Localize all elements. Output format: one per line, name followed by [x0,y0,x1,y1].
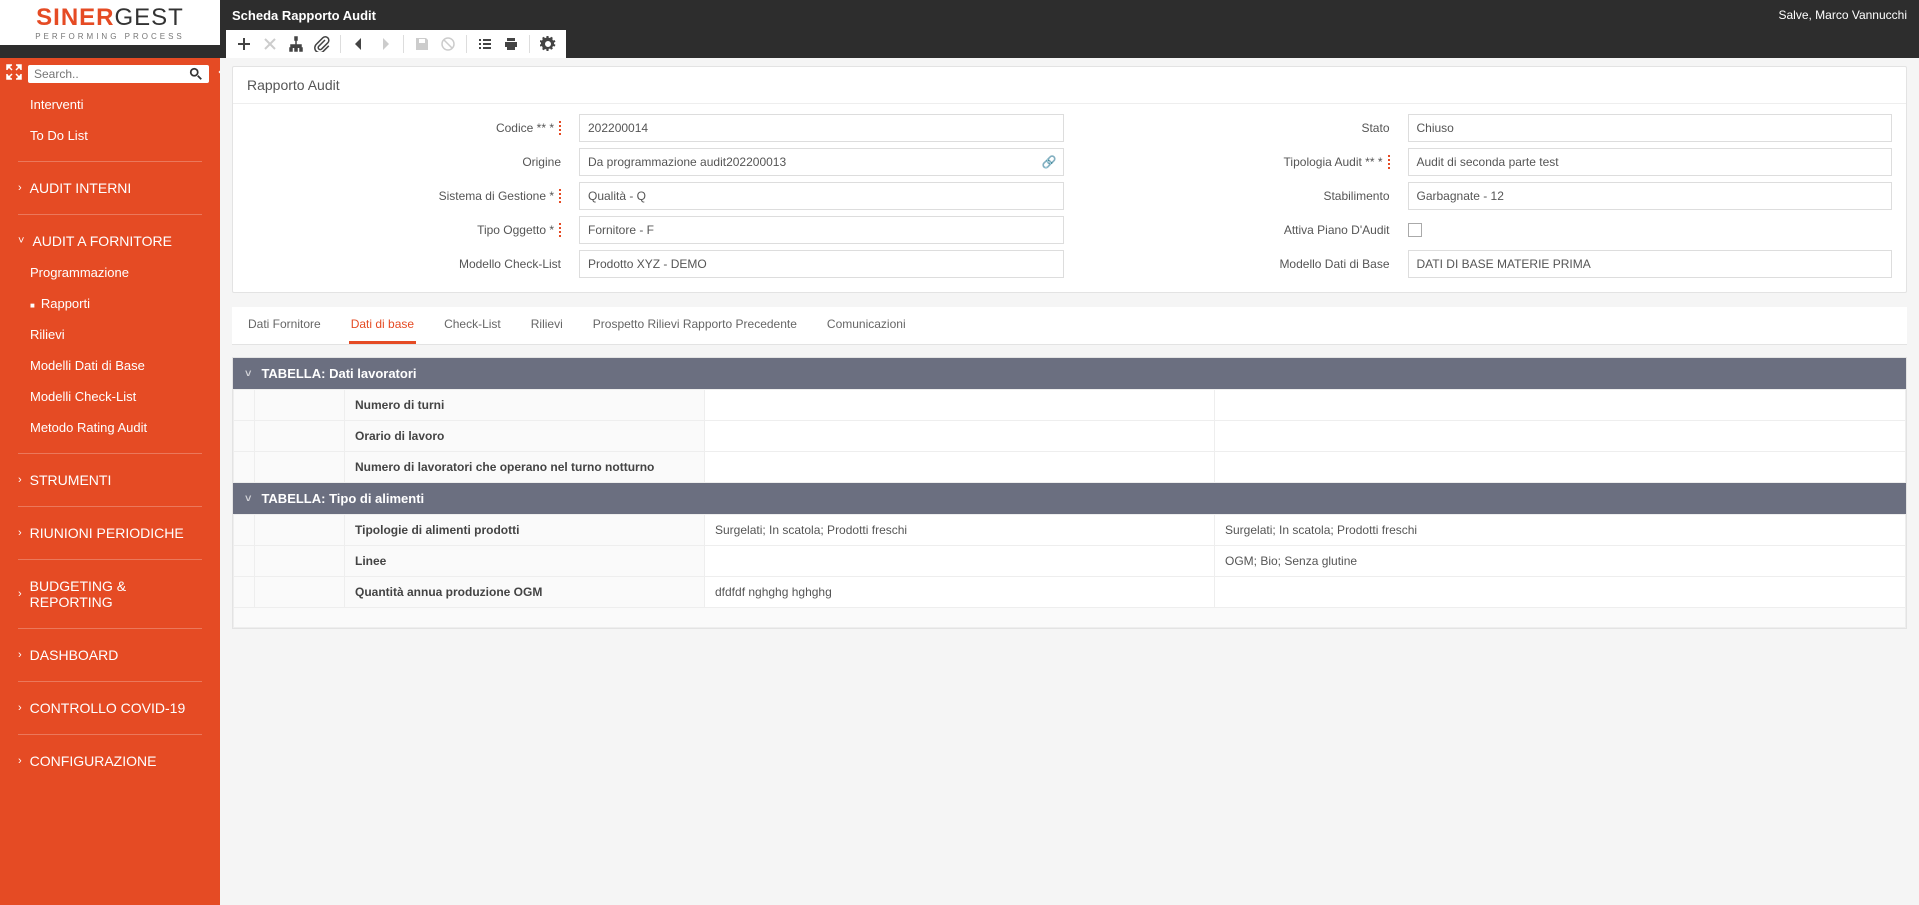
sidebar-item-modelli-dati-base[interactable]: Modelli Dati di Base [0,350,220,381]
top-header: SINERGEST PERFORMING PROCESS Scheda Rapp… [0,0,1919,58]
forward-button[interactable] [373,32,397,56]
table-row: Numero di lavoratori che operano nel tur… [234,452,1906,483]
field-stabilimento[interactable]: Garbagnate - 12 [1408,182,1893,210]
sidebar: Interventi To Do List ›AUDIT INTERNI ˅AU… [0,58,220,905]
attach-button[interactable] [310,32,334,56]
tab-rilievi[interactable]: Rilievi [529,307,565,344]
sidebar-section-riunioni[interactable]: ›RIUNIONI PERIODICHE [0,517,220,549]
sidebar-section-audit-fornitore[interactable]: ˅AUDIT A FORNITORE [0,225,220,257]
list-button[interactable] [473,32,497,56]
sidebar-item-todolist[interactable]: To Do List [0,120,220,151]
section-header-alimenti[interactable]: ˅TABELLA: Tipo di alimenti [233,483,1906,514]
section-header-lavoratori[interactable]: ˅TABELLA: Dati lavoratori [233,358,1906,389]
label-piano: Attiva Piano D'Audit [1076,223,1396,237]
expand-icon[interactable] [6,64,22,83]
sidebar-section-audit-interni[interactable]: ›AUDIT INTERNI [0,172,220,204]
sidebar-item-rilievi[interactable]: Rilievi [0,319,220,350]
tabs-bar: Dati Fornitore Dati di base Check-List R… [232,307,1907,345]
chevron-down-icon: ˅ [245,493,251,505]
add-button[interactable] [232,32,256,56]
table-footer [234,608,1906,628]
field-stato[interactable]: Chiuso [1408,114,1893,142]
print-button[interactable] [499,32,523,56]
sidebar-item-modelli-checklist[interactable]: Modelli Check-List [0,381,220,412]
link-icon[interactable]: 🔗 [1042,155,1057,169]
checkbox-piano[interactable] [1408,223,1422,237]
field-codice[interactable]: 202200014 [579,114,1064,142]
tab-dati-base[interactable]: Dati di base [349,307,416,344]
tree-button[interactable] [284,32,308,56]
label-stato: Stato [1076,121,1396,135]
search-input[interactable] [34,67,189,81]
search-input-wrap[interactable] [28,65,209,83]
page-title: Scheda Rapporto Audit [232,8,376,23]
user-greeting: Salve, Marco Vannucchi [1778,8,1907,22]
field-tipo-oggetto[interactable]: Fornitore - F [579,216,1064,244]
field-modello-cl[interactable]: Prodotto XYZ - DEMO [579,250,1064,278]
label-modello-cl: Modello Check-List [247,257,567,271]
field-tipologia[interactable]: Audit di seconda parte test [1408,148,1893,176]
save-button[interactable] [410,32,434,56]
sidebar-section-strumenti[interactable]: ›STRUMENTI [0,464,220,496]
label-tipologia: Tipologia Audit ** * [1076,155,1396,169]
content: Rapporto Audit Codice ** * 202200014 Sta… [220,58,1919,905]
form-panel: Rapporto Audit Codice ** * 202200014 Sta… [232,66,1907,293]
back-button[interactable] [347,32,371,56]
tab-dati-fornitore[interactable]: Dati Fornitore [246,307,323,344]
sidebar-item-metodo-rating[interactable]: Metodo Rating Audit [0,412,220,443]
sidebar-section-budgeting[interactable]: ›BUDGETING & REPORTING [0,570,220,618]
tab-comunicazioni[interactable]: Comunicazioni [825,307,908,344]
label-sistema: Sistema di Gestione * [247,189,567,203]
chevron-down-icon: ˅ [245,368,251,380]
search-icon [189,67,203,81]
toolbar [226,30,566,58]
sidebar-item-interventi[interactable]: Interventi [0,89,220,120]
table-row: Tipologie di alimenti prodottiSurgelati;… [234,515,1906,546]
field-origine[interactable]: Da programmazione audit202200013🔗 [579,148,1064,176]
cancel-button[interactable] [436,32,460,56]
table-row: LineeOGM; Bio; Senza glutine [234,546,1906,577]
tab-checklist[interactable]: Check-List [442,307,503,344]
table-row: Quantità annua produzione OGMdfdfdf nghg… [234,577,1906,608]
sidebar-item-programmazione[interactable]: Programmazione [0,257,220,288]
tab-prospetto[interactable]: Prospetto Rilievi Rapporto Precedente [591,307,799,344]
table-row: Orario di lavoro [234,421,1906,452]
sidebar-section-config[interactable]: ›CONFIGURAZIONE [0,745,220,777]
panel-title: Rapporto Audit [233,67,1906,104]
sidebar-item-rapporti[interactable]: Rapporti [0,288,220,319]
field-piano[interactable] [1408,223,1893,237]
field-sistema[interactable]: Qualità - Q [579,182,1064,210]
sidebar-section-dashboard[interactable]: ›DASHBOARD [0,639,220,671]
label-stabilimento: Stabilimento [1076,189,1396,203]
label-modello-db: Modello Dati di Base [1076,257,1396,271]
label-origine: Origine [247,155,567,169]
table-row: Numero di turni [234,390,1906,421]
data-section-lavoratori: ˅TABELLA: Dati lavoratori Numero di turn… [232,357,1907,629]
label-codice: Codice ** * [247,121,567,135]
field-modello-db[interactable]: DATI DI BASE MATERIE PRIMA [1408,250,1893,278]
logo: SINERGEST PERFORMING PROCESS [0,0,220,45]
settings-button[interactable] [536,32,560,56]
delete-button[interactable] [258,32,282,56]
sidebar-section-covid[interactable]: ›CONTROLLO COVID-19 [0,692,220,724]
label-tipo-oggetto: Tipo Oggetto * [247,223,567,237]
